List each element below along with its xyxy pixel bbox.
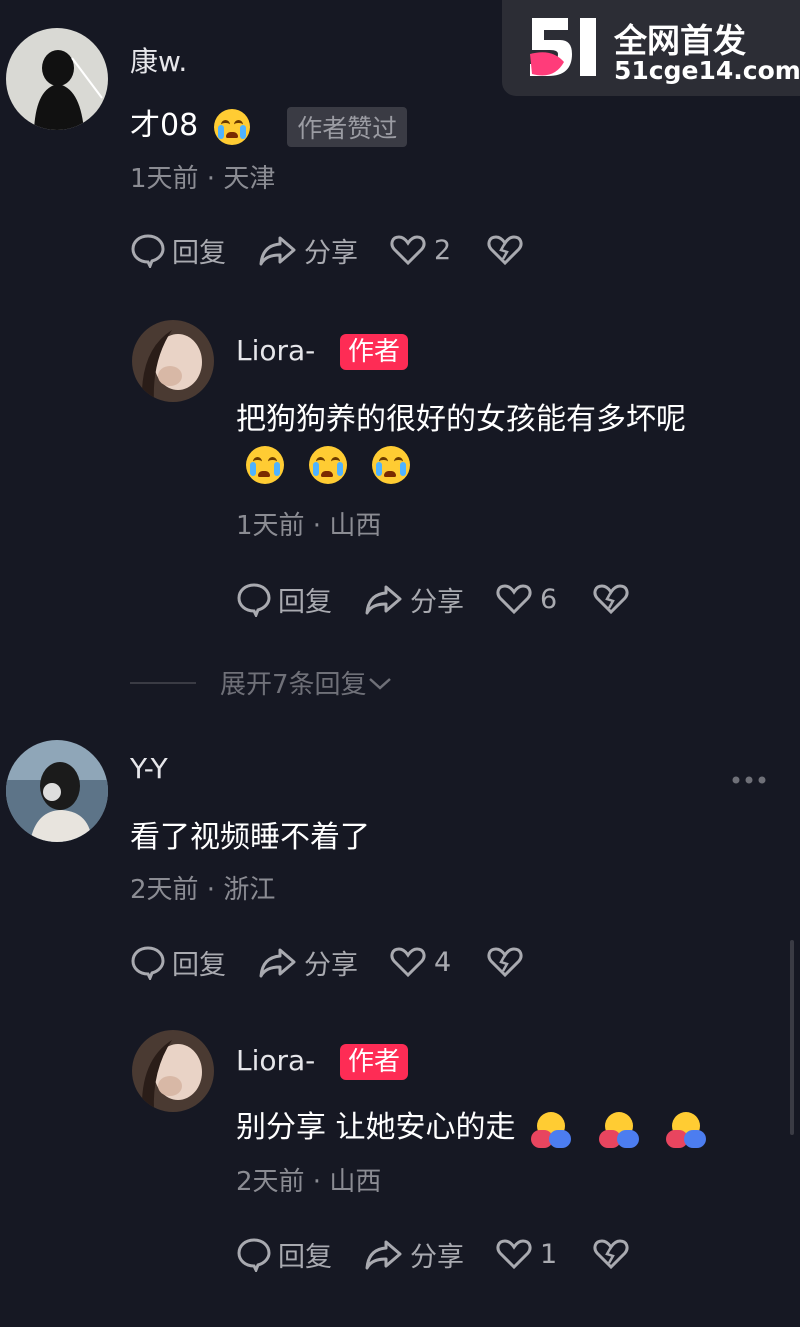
watermark: 全网首发 51cge14.com bbox=[502, 0, 800, 96]
hugging-emoji-icon bbox=[666, 1110, 707, 1148]
like-count: 6 bbox=[540, 583, 558, 615]
hugging-emoji-icon bbox=[598, 1110, 639, 1148]
reply-actions: 回复 分享 1 bbox=[236, 1234, 667, 1274]
dislike-button[interactable] bbox=[593, 1238, 635, 1270]
avatar[interactable] bbox=[6, 28, 108, 130]
comment-meta: 2天前 · 浙江 bbox=[130, 875, 276, 905]
comment-username[interactable]: 康w. bbox=[130, 40, 187, 80]
dislike-icon bbox=[593, 584, 629, 615]
like-button[interactable]: 4 bbox=[390, 946, 451, 978]
expand-replies-button[interactable]: 展开7条回复 bbox=[130, 664, 393, 701]
scrollbar[interactable] bbox=[790, 940, 794, 1135]
reply-icon bbox=[131, 946, 165, 980]
like-count: 4 bbox=[434, 946, 452, 978]
share-icon bbox=[259, 948, 296, 978]
reply-button[interactable]: 回复 bbox=[130, 943, 226, 982]
crying-emoji-icon bbox=[309, 446, 348, 484]
hugging-emoji-icon bbox=[531, 1110, 572, 1148]
share-icon bbox=[365, 585, 402, 615]
reply-button[interactable]: 回复 bbox=[130, 231, 226, 270]
reply-meta: 2天前 · 山西 bbox=[236, 1167, 382, 1197]
comment-text: 才08 作者赞过 bbox=[130, 100, 408, 147]
author-liked-badge: 作者赞过 bbox=[287, 106, 408, 147]
like-count: 1 bbox=[540, 1238, 558, 1270]
share-button[interactable]: 分享 bbox=[258, 231, 358, 270]
comment-text: 看了视频睡不着了 bbox=[130, 820, 370, 855]
heart-icon bbox=[496, 584, 532, 615]
dislike-button[interactable] bbox=[487, 946, 529, 978]
like-button[interactable]: 6 bbox=[496, 583, 557, 615]
reply-meta: 1天前 · 山西 bbox=[236, 511, 382, 541]
heart-icon bbox=[496, 1239, 532, 1270]
author-badge: 作者 bbox=[340, 334, 409, 370]
dislike-button[interactable] bbox=[593, 583, 635, 615]
crying-emoji-icon bbox=[372, 446, 411, 484]
like-count: 2 bbox=[434, 234, 452, 266]
reply-emojis bbox=[246, 446, 411, 484]
dislike-button[interactable] bbox=[487, 234, 529, 266]
share-button[interactable]: 分享 bbox=[364, 580, 464, 619]
share-button[interactable]: 分享 bbox=[364, 1235, 464, 1274]
heart-icon bbox=[390, 235, 426, 266]
avatar[interactable] bbox=[132, 320, 214, 402]
watermark-title: 全网首发 bbox=[614, 21, 746, 60]
divider bbox=[130, 681, 196, 684]
reply-username[interactable]: Liora- bbox=[236, 1044, 315, 1077]
share-icon bbox=[259, 236, 296, 266]
site-logo-icon bbox=[530, 18, 596, 76]
reply-icon bbox=[237, 1238, 271, 1272]
avatar[interactable] bbox=[132, 1030, 214, 1112]
reply-button[interactable]: 回复 bbox=[236, 580, 332, 619]
comment-actions: 回复 分享 4 bbox=[130, 942, 561, 982]
crying-emoji-icon bbox=[246, 446, 284, 484]
dislike-icon bbox=[593, 1239, 629, 1270]
avatar[interactable] bbox=[6, 740, 108, 842]
comment-actions: 回复 分享 2 bbox=[130, 230, 561, 270]
chevron-down-icon bbox=[368, 677, 391, 690]
crying-emoji-icon bbox=[213, 108, 250, 145]
share-button[interactable]: 分享 bbox=[258, 943, 358, 982]
author-badge: 作者 bbox=[340, 1044, 409, 1080]
reply-actions: 回复 分享 6 bbox=[236, 579, 667, 619]
reply-icon bbox=[131, 234, 165, 268]
reply-icon bbox=[237, 583, 271, 617]
dislike-icon bbox=[487, 947, 523, 978]
reply-username[interactable]: Liora- bbox=[236, 334, 315, 367]
heart-icon bbox=[390, 947, 426, 978]
dislike-icon bbox=[487, 235, 523, 266]
watermark-url: 51cge14.com bbox=[614, 56, 800, 85]
reply-text: 别分享 让她安心的走 bbox=[236, 1102, 707, 1148]
more-icon[interactable] bbox=[730, 770, 770, 790]
comment-meta: 1天前 · 天津 bbox=[130, 164, 276, 194]
like-button[interactable]: 2 bbox=[390, 234, 451, 266]
reply-button[interactable]: 回复 bbox=[236, 1235, 332, 1274]
like-button[interactable]: 1 bbox=[496, 1238, 557, 1270]
comment-username[interactable]: Y-Y bbox=[130, 752, 168, 785]
reply-text: 把狗狗养的很好的女孩能有多坏呢 bbox=[236, 402, 686, 437]
share-icon bbox=[365, 1240, 402, 1270]
